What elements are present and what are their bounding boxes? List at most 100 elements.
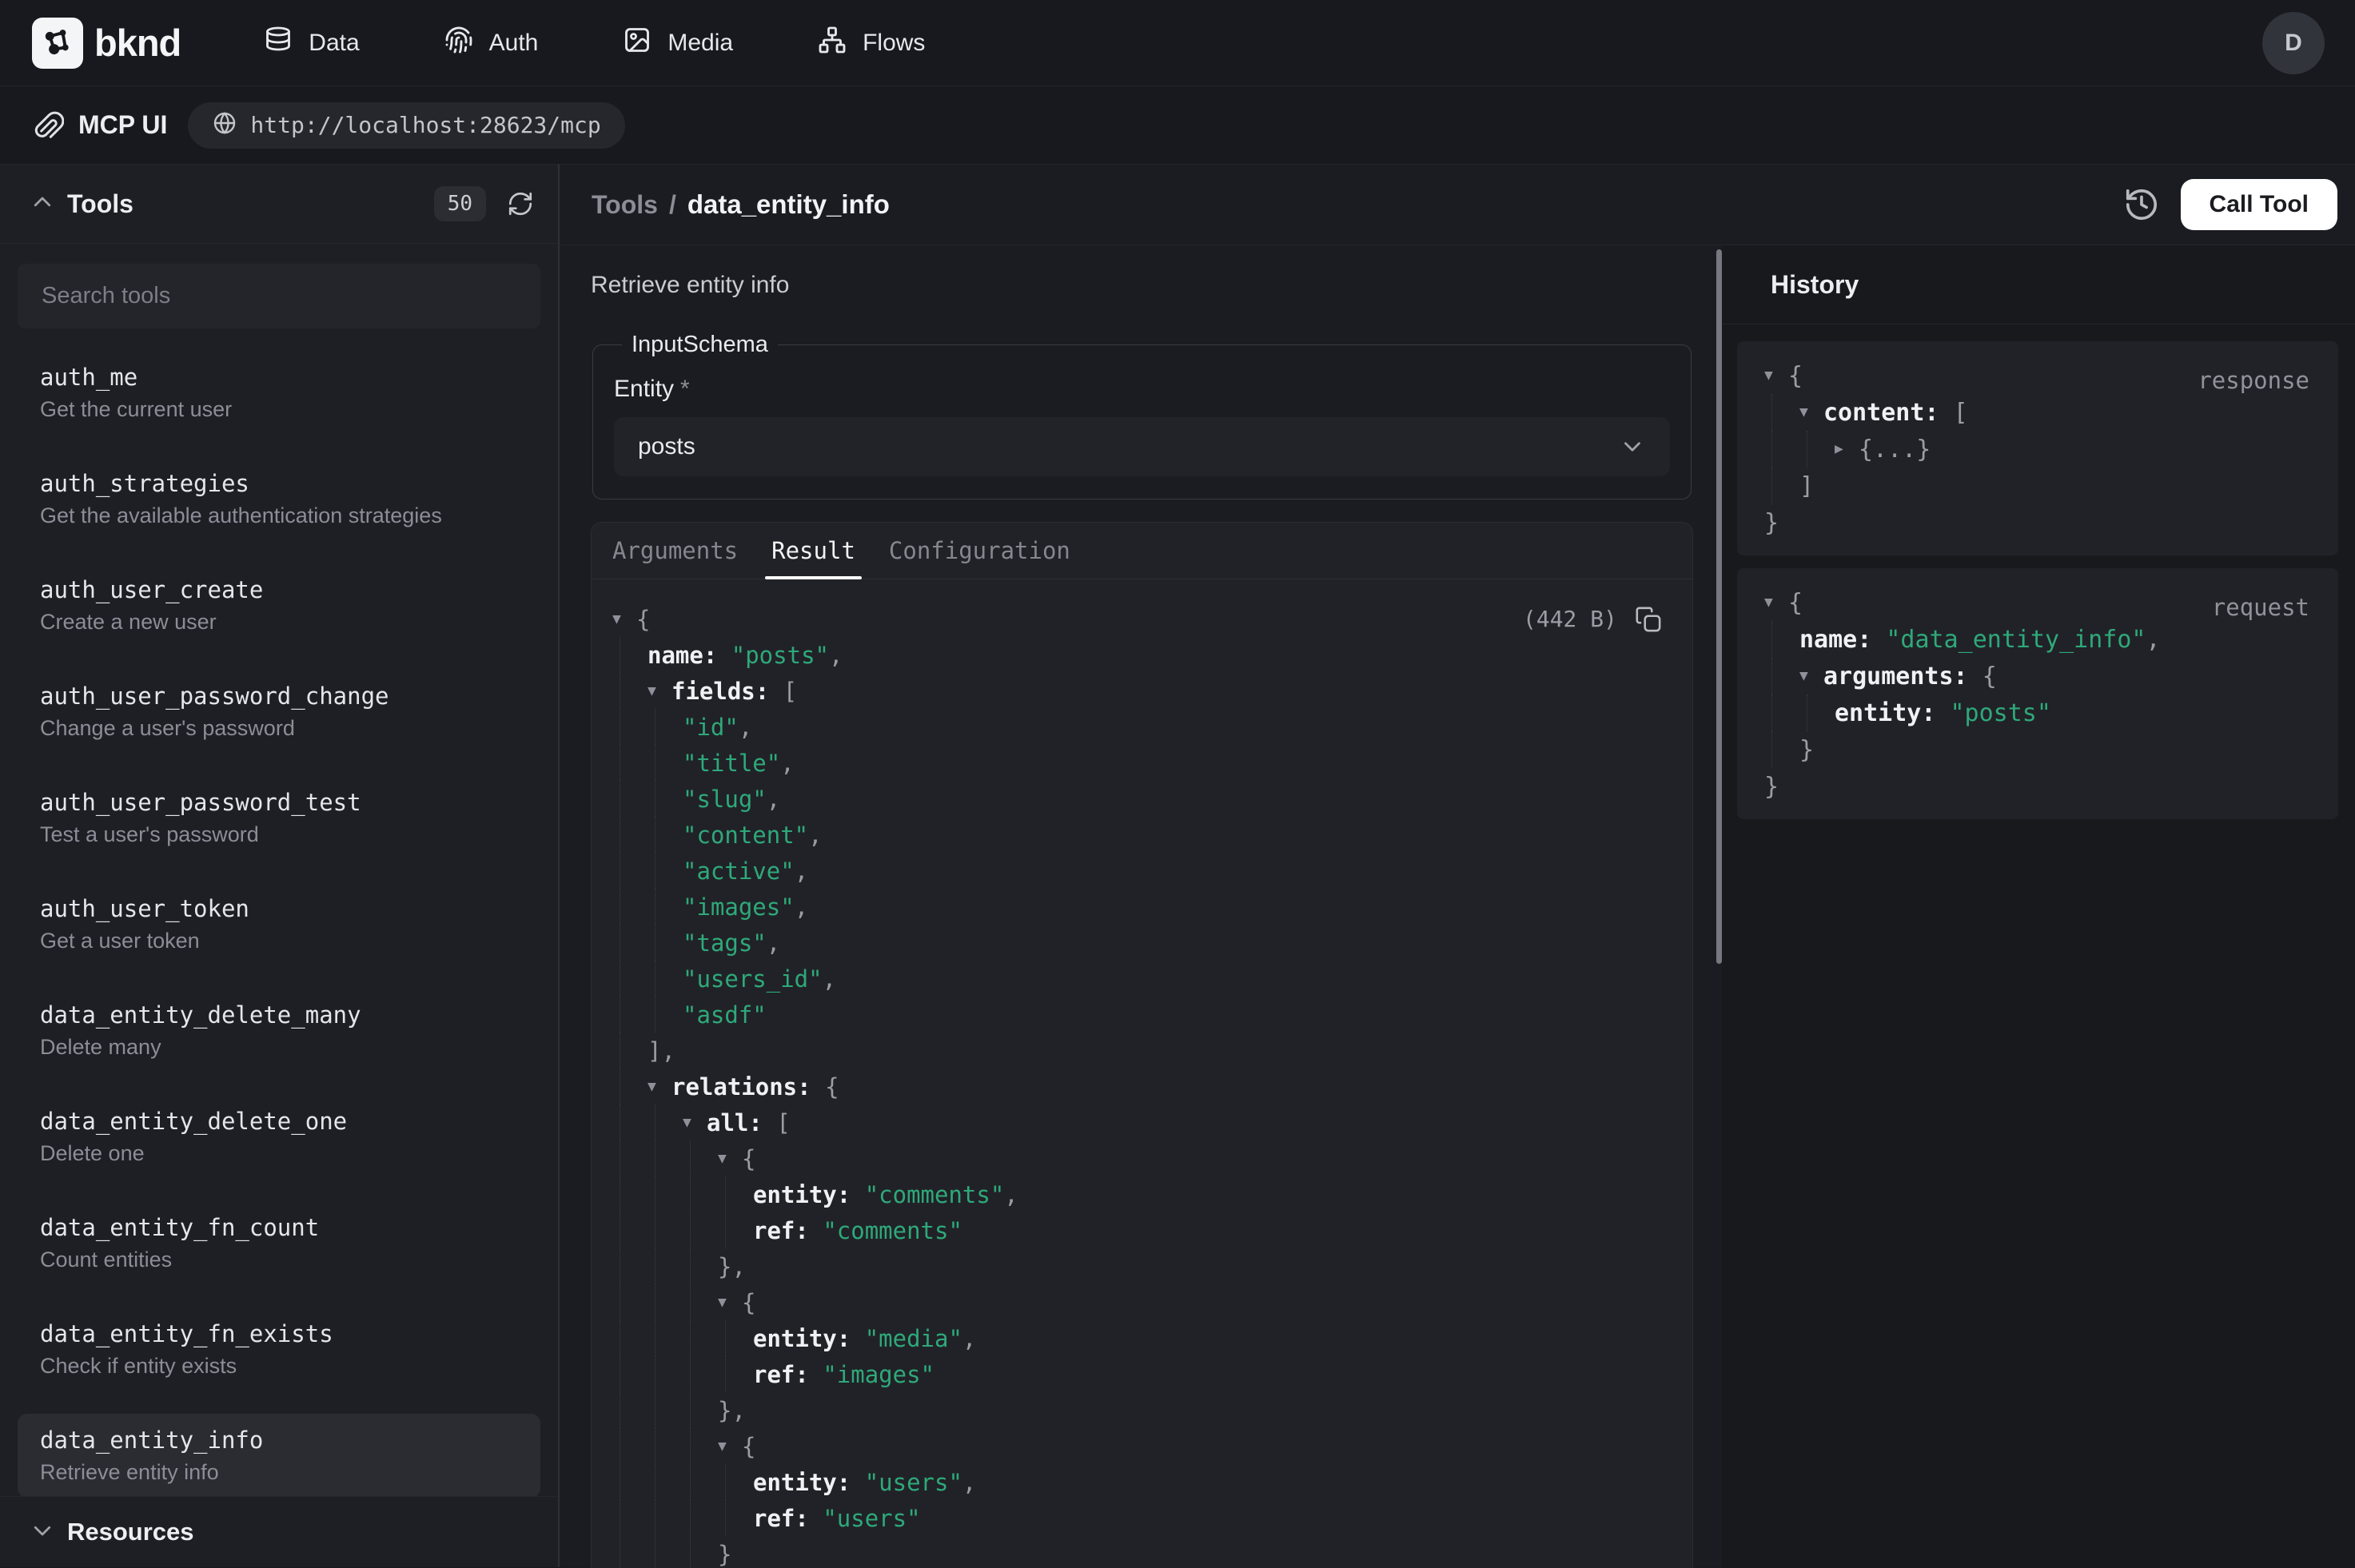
tree-collapse-icon[interactable]: ▼ [1764,368,1788,383]
mcp-url: http://localhost:28623/mcp [250,112,600,138]
json-row: } [1764,731,2311,768]
fingerprint-icon [444,26,473,61]
json-row: ▼fields: [ [612,673,1662,709]
tool-description: Delete many [40,1034,524,1061]
history-entry-response[interactable]: response▼{▼content: [▶{...}]} [1737,341,2338,555]
tool-name: auth_me [40,363,524,392]
tool-list-item-data_entity_fn_exists[interactable]: data_entity_fn_exists Check if entity exi… [18,1307,540,1391]
tool-name: data_entity_fn_exists [40,1319,524,1349]
json-row: "title", [612,745,1662,781]
tool-list-scroll-area[interactable]: auth_meGet the current user auth_strategi… [0,244,558,1496]
json-row: ▼{ [1764,584,2311,621]
tabs: Arguments Result Configuration [592,523,1692,579]
tools-section-header[interactable]: Tools 50 [0,165,558,244]
breadcrumb-section[interactable]: Tools [592,190,658,220]
tool-list-item-auth_user_token[interactable]: auth_user_tokenGet a user token [18,882,540,966]
tool-list-item-data_entity_fn_count[interactable]: data_entity_fn_countCount entities [18,1201,540,1285]
tree-collapse-icon[interactable]: ▼ [612,612,636,627]
tool-description: Check if entity exists [40,1353,524,1379]
tree-collapse-icon[interactable]: ▼ [718,1295,742,1310]
tree-collapse-icon[interactable]: ▼ [683,1116,707,1130]
json-row: "asdf" [612,997,1662,1033]
chevron-down-icon [1619,433,1646,460]
tree-collapse-icon[interactable]: ▼ [718,1439,742,1454]
result-card: ArgumentsResultConfiguration ▼{(442 B)na… [591,522,1693,1568]
tree-collapse-icon[interactable]: ▼ [1799,669,1823,683]
tool-list-item-data_entity_delete_many[interactable]: data_entity_delete_many Delete many [18,989,540,1073]
main-scrollbar-thumb[interactable] [1716,249,1722,964]
tool-panel: Retrieve entity info InputSchema Entity*… [560,245,1716,1568]
tab-configuration[interactable]: Configuration [889,523,1070,579]
json-row: entity: "posts" [1764,694,2311,731]
avatar[interactable]: D [2262,12,2325,74]
json-row: ▼all: [ [612,1104,1662,1140]
tool-list-item-auth_user_password_change[interactable]: auth_user_password_changeChange a user's… [18,670,540,754]
tool-description: Retrieve entity info [40,1459,524,1486]
tab-arguments[interactable]: Arguments [612,523,738,579]
tool-description-text: Retrieve entity info [591,273,1693,298]
tool-name: auth_user_password_test [40,788,524,818]
resources-section-title: Resources [67,1518,194,1546]
history-entry-request[interactable]: request▼{name: "data_entity_info",▼argum… [1737,568,2338,819]
result-size-label: (442 B) [1523,606,1617,632]
mcp-url-pill[interactable]: http://localhost:28623/mcp [188,102,624,149]
main-nav: Data Auth [264,26,925,61]
tree-collapse-icon[interactable]: ▼ [718,1152,742,1166]
nav-item-auth[interactable]: Auth [444,26,539,61]
result-json-tree: ▼{(442 B)name: "posts",▼fields: ["id","t… [592,579,1692,1568]
tool-list-item-data_entity_info[interactable]: data_entity_infoRetrieve entity info [18,1414,540,1496]
main-scrollbar[interactable] [1716,245,1722,1568]
copy-icon[interactable] [1635,606,1662,633]
tool-name: auth_user_create [40,575,524,605]
brand[interactable]: bknd [32,18,181,69]
globe-icon [212,110,237,140]
json-row: ▼relations: { [612,1069,1662,1104]
nav-item-data[interactable]: Data [264,26,359,61]
tree-expand-icon[interactable]: ▶ [1835,442,1859,456]
tool-name: data_entity_delete_many [40,1001,524,1030]
nav-item-flows[interactable]: Flows [818,26,925,61]
tool-description: Get a user token [40,928,524,954]
tab-result[interactable]: Result [771,523,855,579]
history-header: History [1722,245,2355,324]
tool-description: Get the available authentication strateg… [40,503,524,529]
json-row: ▼{ [1764,357,2311,394]
tool-name: data_entity_fn_count [40,1213,524,1243]
json-row: ▶{...} [1764,431,2311,468]
tree-collapse-icon[interactable]: ▼ [1764,595,1788,610]
nav-label: Media [667,30,733,57]
tree-collapse-icon[interactable]: ▼ [1799,405,1823,420]
call-tool-button[interactable]: Call Tool [2181,179,2337,230]
tool-name: auth_user_password_change [40,682,524,711]
workflow-icon [818,26,847,61]
search-input[interactable] [18,264,540,328]
entity-select[interactable]: posts [614,417,1670,476]
tool-name: auth_strategies [40,469,524,499]
history-icon[interactable] [2123,186,2160,223]
tool-list-item-data_entity_delete_one[interactable]: data_entity_delete_oneDelete one [18,1095,540,1179]
history-title: History [1771,270,1859,300]
json-row: "slug", [612,781,1662,817]
resources-section-header[interactable]: Resources [0,1496,558,1567]
json-row: ▼{ [612,1284,1662,1320]
breadcrumb-tool-name: data_entity_info [687,189,890,220]
database-icon [264,26,293,61]
bknd-logo-icon [32,18,83,69]
tree-collapse-icon[interactable]: ▼ [648,684,671,698]
tool-list-item-auth_me[interactable]: auth_meGet the current user [18,351,540,435]
refresh-icon[interactable] [507,190,534,217]
tool-description: Test a user's password [40,822,524,848]
tool-list-item-auth_user_create[interactable]: auth_user_createCreate a new user [18,563,540,647]
nav-item-media[interactable]: Media [623,26,733,61]
image-icon [623,26,652,61]
history-json-tree: ▼{name: "data_entity_info",▼arguments: {… [1764,584,2311,805]
json-row: ref: "comments" [612,1212,1662,1248]
tool-list-item-auth_strategies[interactable]: auth_strategies Get the available authent… [18,457,540,541]
tool-list: auth_meGet the current user auth_strategi… [18,328,540,1496]
tool-list-item-auth_user_password_test[interactable]: auth_user_password_test Test a user's pas… [18,776,540,860]
json-row: "users_id", [612,961,1662,997]
input-schema-fieldset: InputSchema Entity* posts [592,332,1692,499]
app-screen: bknd Data [0,0,2355,1568]
tree-collapse-icon[interactable]: ▼ [648,1080,671,1094]
json-row: } [1764,504,2311,541]
